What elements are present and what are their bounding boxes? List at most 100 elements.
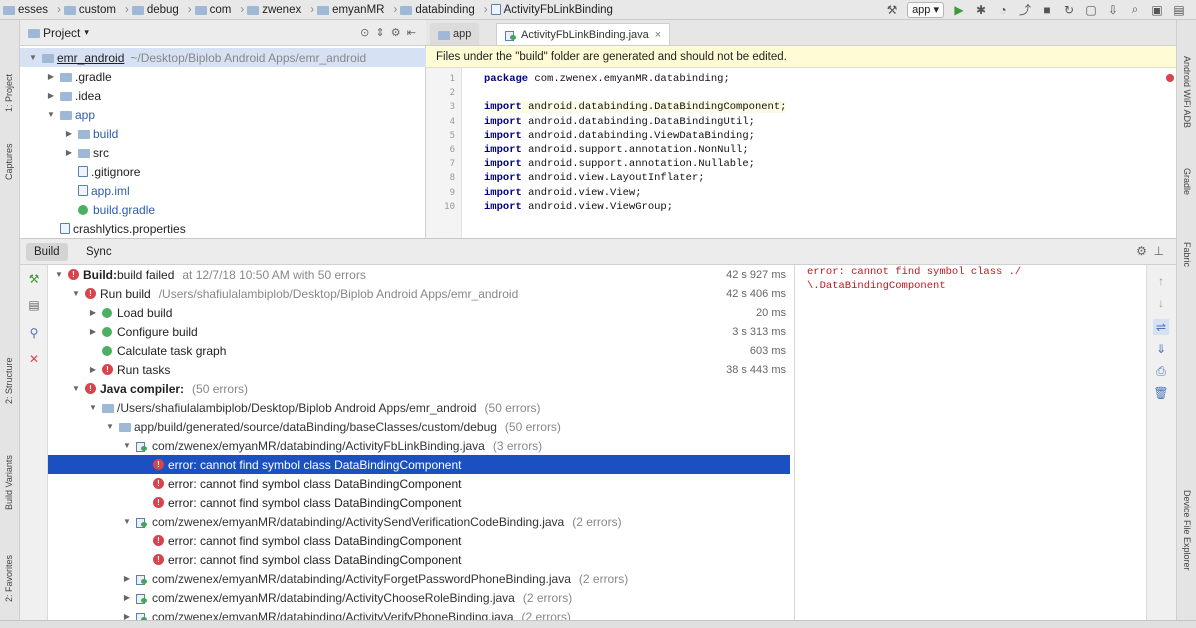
breadcrumb-item[interactable]: › com — [182, 4, 235, 16]
down-icon[interactable]: ↓ — [1153, 295, 1169, 311]
build-row[interactable]: ▶ com/zwenex/emyanMR/databinding/Activity… — [48, 588, 790, 607]
breadcrumb-item[interactable]: › databinding — [387, 4, 477, 16]
avd-icon[interactable]: ▢ — [1083, 2, 1099, 18]
expand-arrow-icon[interactable]: ▶ — [64, 148, 74, 157]
layout-icon[interactable]: ▣ — [1149, 2, 1165, 18]
tool-tab-wifi-adb[interactable]: Android WiFi ADB — [1182, 56, 1192, 128]
expand-arrow-icon[interactable]: ▼ — [46, 110, 56, 119]
build-row[interactable]: ! error: cannot find symbol class DataBin… — [48, 474, 790, 493]
stop-icon[interactable]: ■ — [1039, 2, 1055, 18]
build-row[interactable]: Calculate task graph 603 ms — [48, 341, 790, 360]
tree-item[interactable]: ▶ build — [20, 124, 426, 143]
expand-arrow-icon[interactable]: ▼ — [88, 403, 98, 412]
tree-item[interactable]: ▼ app — [20, 105, 426, 124]
tree-item[interactable]: ▶ src — [20, 143, 426, 162]
hide-icon[interactable]: ⇤ — [407, 27, 416, 39]
tab-build[interactable]: Build — [26, 243, 68, 261]
build-row[interactable]: ! error: cannot find symbol class DataBin… — [48, 455, 790, 474]
expand-arrow-icon[interactable]: ▼ — [54, 270, 64, 279]
expand-arrow-icon[interactable]: ▼ — [105, 422, 115, 431]
tool-tab-captures[interactable]: Captures — [4, 143, 14, 180]
breadcrumb-item[interactable]: › ActivityFbLinkBinding — [478, 4, 616, 16]
tree-item[interactable]: ▶ .gradle — [20, 67, 426, 86]
code-area[interactable]: package com.zwenex.emyanMR.databinding; i… — [462, 68, 1176, 238]
build-row[interactable]: ! error: cannot find symbol class DataBin… — [48, 531, 790, 550]
tab-sync[interactable]: Sync — [78, 243, 120, 261]
breadcrumb-item[interactable]: › emyanMR — [304, 4, 387, 16]
tool-tab-gradle[interactable]: Gradle — [1182, 168, 1192, 195]
build-row[interactable]: ▼ /Users/shafiulalambiplob/Desktop/Biplob… — [48, 398, 790, 417]
build-row[interactable]: ▼ com/zwenex/emyanMR/databinding/Activity… — [48, 436, 790, 455]
breadcrumb-item[interactable]: › custom — [51, 4, 119, 16]
hammer-icon[interactable]: ⚒ — [884, 2, 900, 18]
expand-arrow-icon[interactable]: ▶ — [88, 327, 98, 336]
tool-tab-build-variants[interactable]: Build Variants — [4, 455, 14, 510]
profile-icon[interactable]: ◔ — [995, 2, 1011, 18]
sync-icon[interactable]: ↻ — [1061, 2, 1077, 18]
tool-tab-project[interactable]: 1: Project — [4, 74, 14, 112]
toggle-view-icon[interactable]: ▤ — [26, 297, 42, 313]
print-icon[interactable]: ⎙ — [1153, 363, 1169, 379]
error-stripe-icon[interactable] — [1166, 74, 1174, 82]
expand-arrow-icon[interactable]: ▶ — [122, 574, 132, 583]
scroll-end-icon[interactable]: ⇓ — [1153, 341, 1169, 357]
rebuild-icon[interactable]: ⚒ — [26, 271, 42, 287]
project-view-select[interactable]: Project — [43, 26, 80, 40]
expand-arrow-icon[interactable]: ▼ — [71, 384, 81, 393]
stop-build-icon[interactable]: ✕ — [26, 351, 42, 367]
tree-item[interactable]: ▶ .idea — [20, 86, 426, 105]
sdk-icon[interactable]: ⇩ — [1105, 2, 1121, 18]
expand-arrow-icon[interactable]: ▼ — [71, 289, 81, 298]
build-row[interactable]: ▶ com/zwenex/emyanMR/databinding/Activity… — [48, 569, 790, 588]
build-row[interactable]: ▼ com/zwenex/emyanMR/databinding/Activity… — [48, 512, 790, 531]
breadcrumb-item[interactable]: › debug — [119, 4, 182, 16]
build-row[interactable]: ▶ com/zwenex/emyanMR/databinding/Activity… — [48, 607, 790, 621]
tree-item[interactable]: app.iml — [20, 181, 426, 200]
tool-tab-structure[interactable]: 2: Structure — [4, 357, 14, 404]
expand-arrow-icon[interactable]: ▶ — [88, 365, 98, 374]
build-row[interactable]: ▶ Configure build 3 s 313 ms — [48, 322, 790, 341]
tab-activity-fb-link-binding[interactable]: ActivityFbLinkBinding.java × — [496, 23, 671, 45]
debug-icon[interactable]: ✱ — [973, 2, 989, 18]
tree-item[interactable]: .gitignore — [20, 162, 426, 181]
build-row[interactable]: ! error: cannot find symbol class DataBin… — [48, 550, 790, 569]
settings-icon[interactable]: ⚙ — [1136, 244, 1147, 258]
expand-arrow-icon[interactable]: ▼ — [28, 53, 38, 62]
tab-app[interactable]: app — [430, 23, 480, 45]
trash-icon[interactable]: 🗑 — [1153, 385, 1169, 401]
close-icon[interactable]: × — [655, 29, 661, 41]
build-row[interactable]: ▼! Build: build failed at 12/7/18 10:50 AM… — [48, 265, 790, 284]
expand-arrow-icon[interactable]: ▼ — [122, 441, 132, 450]
sync-view-icon[interactable]: ⊙ — [360, 27, 369, 39]
tool-tab-device-file-explorer[interactable]: Device File Explorer — [1182, 490, 1192, 571]
soft-wrap-icon[interactable]: ⇌ — [1153, 319, 1169, 335]
expand-arrow-icon[interactable]: ▶ — [64, 129, 74, 138]
build-row[interactable]: ▼! Run build/Users/shafiulalambiplob/Desk… — [48, 284, 790, 303]
build-row[interactable]: ▶ Load build 20 ms — [48, 303, 790, 322]
expand-arrow-icon[interactable]: ▶ — [88, 308, 98, 317]
run-icon[interactable]: ▶ — [951, 2, 967, 18]
expand-arrow-icon[interactable]: ▶ — [122, 593, 132, 602]
attach-icon[interactable]: ⤴ — [1017, 2, 1033, 18]
collapse-icon[interactable]: ⇕ — [375, 27, 384, 39]
expand-arrow-icon[interactable]: ▶ — [46, 91, 56, 100]
expand-arrow-icon[interactable]: ▼ — [122, 517, 132, 526]
tree-item[interactable]: build.gradle — [20, 200, 426, 219]
build-row[interactable]: ▼! Java compiler: (50 errors) — [48, 379, 790, 398]
chevron-down-icon[interactable]: ▾ — [84, 27, 89, 38]
build-row[interactable]: ▶! Run tasks 38 s 443 ms — [48, 360, 790, 379]
tool-tab-favorites[interactable]: 2: Favorites — [4, 555, 14, 602]
build-row[interactable]: ▼ app/build/generated/source/dataBinding/… — [48, 417, 790, 436]
up-icon[interactable]: ↑ — [1153, 273, 1169, 289]
breadcrumb-item[interactable]: › zwenex — [234, 4, 304, 16]
tree-item[interactable]: crashlytics.properties — [20, 219, 426, 238]
device-icon[interactable]: ▤ — [1171, 2, 1187, 18]
search-icon[interactable]: ⌕ — [1127, 2, 1143, 18]
settings-icon[interactable]: ⚙ — [391, 27, 401, 39]
tree-root[interactable]: ▼ emr_android ~/Desktop/Biplob Android A… — [20, 48, 426, 67]
breadcrumb-item[interactable]: esses — [0, 4, 51, 16]
tool-tab-fabric[interactable]: Fabric — [1182, 242, 1192, 267]
build-row[interactable]: ! error: cannot find symbol class DataBin… — [48, 493, 790, 512]
run-config-select[interactable]: app ▾ — [907, 1, 944, 18]
hide-panel-icon[interactable]: ⊥ — [1154, 244, 1164, 258]
